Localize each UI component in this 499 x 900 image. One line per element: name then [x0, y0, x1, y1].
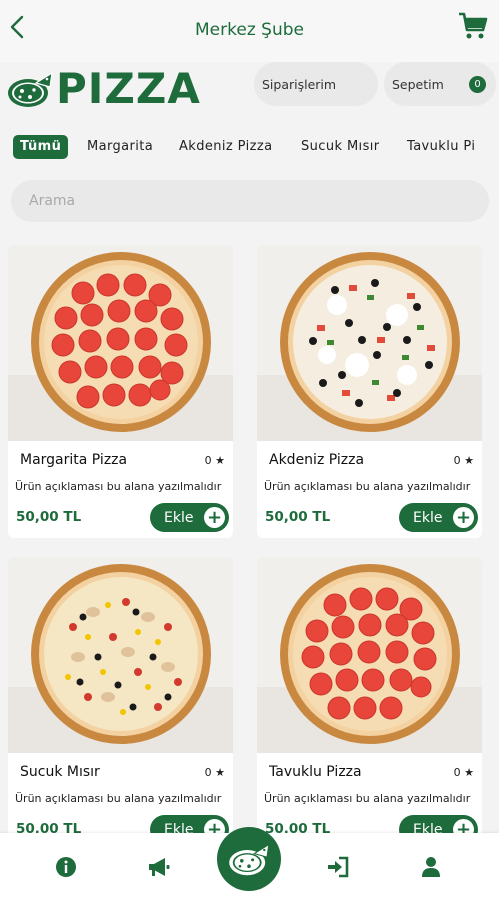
my-orders-button[interactable]: Siparişlerim	[254, 62, 378, 106]
product-image	[257, 557, 482, 753]
product-price: 50,00 TL	[16, 509, 82, 525]
login-icon[interactable]	[326, 855, 350, 879]
shopping-cart-icon[interactable]	[457, 10, 489, 42]
user-icon[interactable]	[419, 855, 443, 879]
search-input[interactable]	[11, 180, 489, 222]
product-description: Ürün açıklaması bu alana yazılmalıdır	[15, 480, 222, 493]
tab-margarita[interactable]: Margarita	[87, 135, 153, 159]
header: PIZZA Siparişlerim Sepetim 0	[0, 62, 499, 122]
tab-tavuklu-pizza[interactable]: Tavuklu Pi	[407, 135, 475, 159]
product-description: Ürün açıklaması bu alana yazılmalıdır	[264, 480, 471, 493]
info-icon[interactable]	[54, 855, 78, 879]
pizza-logo-icon	[8, 71, 53, 107]
product-image	[257, 245, 482, 441]
add-button-label: Ekle	[164, 509, 194, 526]
product-card[interactable]: Tavuklu Pizza 0 ★ Ürün açıklaması bu ala…	[257, 557, 482, 850]
product-image	[8, 245, 233, 441]
product-name: Akdeniz Pizza	[269, 452, 365, 468]
plus-circle-icon: +	[204, 507, 225, 528]
tab-all[interactable]: Tümü	[13, 135, 69, 159]
product-card[interactable]: Sucuk Mısır 0 ★ Ürün açıklaması bu alana…	[8, 557, 233, 850]
product-image	[8, 557, 233, 753]
product-name: Margarita Pizza	[20, 452, 128, 468]
add-to-cart-button[interactable]: Ekle +	[150, 503, 229, 532]
product-card[interactable]: Akdeniz Pizza 0 ★ Ürün açıklaması bu ala…	[257, 245, 482, 538]
tab-sucuk-misir[interactable]: Sucuk Mısır	[301, 135, 380, 159]
add-button-label: Ekle	[413, 509, 443, 526]
top-bar: Merkez Şube	[0, 0, 499, 62]
product-price: 50,00 TL	[265, 509, 331, 525]
product-description: Ürün açıklaması bu alana yazılmalıdır	[264, 792, 471, 805]
product-description: Ürün açıklaması bu alana yazılmalıdır	[15, 792, 222, 805]
plus-circle-icon: +	[453, 507, 474, 528]
pizza-home-icon	[229, 843, 270, 876]
product-rating: 0 ★	[453, 766, 474, 779]
tab-akdeniz-pizza[interactable]: Akdeniz Pizza	[179, 135, 272, 159]
branch-title: Merkez Şube	[195, 20, 304, 40]
product-rating: 0 ★	[204, 766, 225, 779]
brand-logo: PIZZA	[6, 66, 201, 112]
cart-count-badge: 0	[469, 76, 486, 93]
add-to-cart-button[interactable]: Ekle +	[399, 503, 478, 532]
bottom-navigation	[0, 827, 499, 900]
product-card[interactable]: Margarita Pizza 0 ★ Ürün açıklaması bu a…	[8, 245, 233, 538]
product-name: Sucuk Mısır	[20, 764, 100, 780]
megaphone-icon[interactable]	[147, 855, 171, 879]
product-rating: 0 ★	[453, 454, 474, 467]
cart-label: Sepetim	[392, 76, 444, 92]
product-rating: 0 ★	[204, 454, 225, 467]
cart-button[interactable]: Sepetim 0	[384, 62, 496, 106]
my-orders-label: Siparişlerim	[262, 76, 337, 92]
product-name: Tavuklu Pizza	[269, 764, 362, 780]
home-menu-button[interactable]	[217, 827, 281, 891]
category-tabs: Tümü Margarita Akdeniz Pizza Sucuk Mısır…	[0, 132, 499, 162]
brand-logo-text: PIZZA	[56, 64, 201, 113]
